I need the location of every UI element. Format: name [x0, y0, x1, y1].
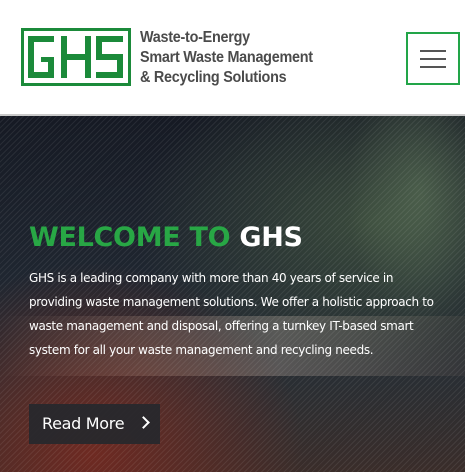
read-more-button[interactable]: Read More: [29, 404, 160, 444]
hero-description-line: providing waste management solutions. We…: [29, 295, 434, 309]
hero-description-line: GHS is a leading company with more than …: [29, 271, 394, 285]
tagline-line-3: & Recycling Solutions: [140, 69, 287, 86]
hamburger-menu-icon: [420, 50, 446, 52]
hero-title-brand: GHS: [239, 222, 303, 253]
hamburger-menu-icon-bar: [420, 58, 446, 60]
tagline-line-1: Waste-to-Energy: [140, 29, 250, 46]
hero-description-line: waste management and disposal, offering …: [29, 319, 414, 333]
ghs-logo-mark: [28, 36, 123, 78]
hamburger-menu-icon-bar: [420, 66, 446, 68]
hero-title: WELCOME TO GHS: [29, 221, 303, 255]
site-header: Waste-to-Energy Smart Waste Management &…: [0, 0, 465, 116]
read-more-label: Read More: [42, 414, 125, 433]
hamburger-menu-button[interactable]: [406, 32, 460, 85]
ghs-logo[interactable]: [21, 28, 131, 86]
hero-description-line: system for all your waste management and…: [29, 343, 374, 357]
hero-description: GHS is a leading company with more than …: [29, 266, 439, 362]
brand-tagline: Waste-to-Energy Smart Waste Management &…: [140, 28, 329, 88]
tagline-line-2: Smart Waste Management: [140, 49, 313, 66]
hero-banner: WELCOME TO GHS GHS is a leading company …: [0, 116, 465, 472]
hero-title-prefix: WELCOME TO: [29, 222, 240, 253]
chevron-right-icon: [137, 416, 150, 429]
